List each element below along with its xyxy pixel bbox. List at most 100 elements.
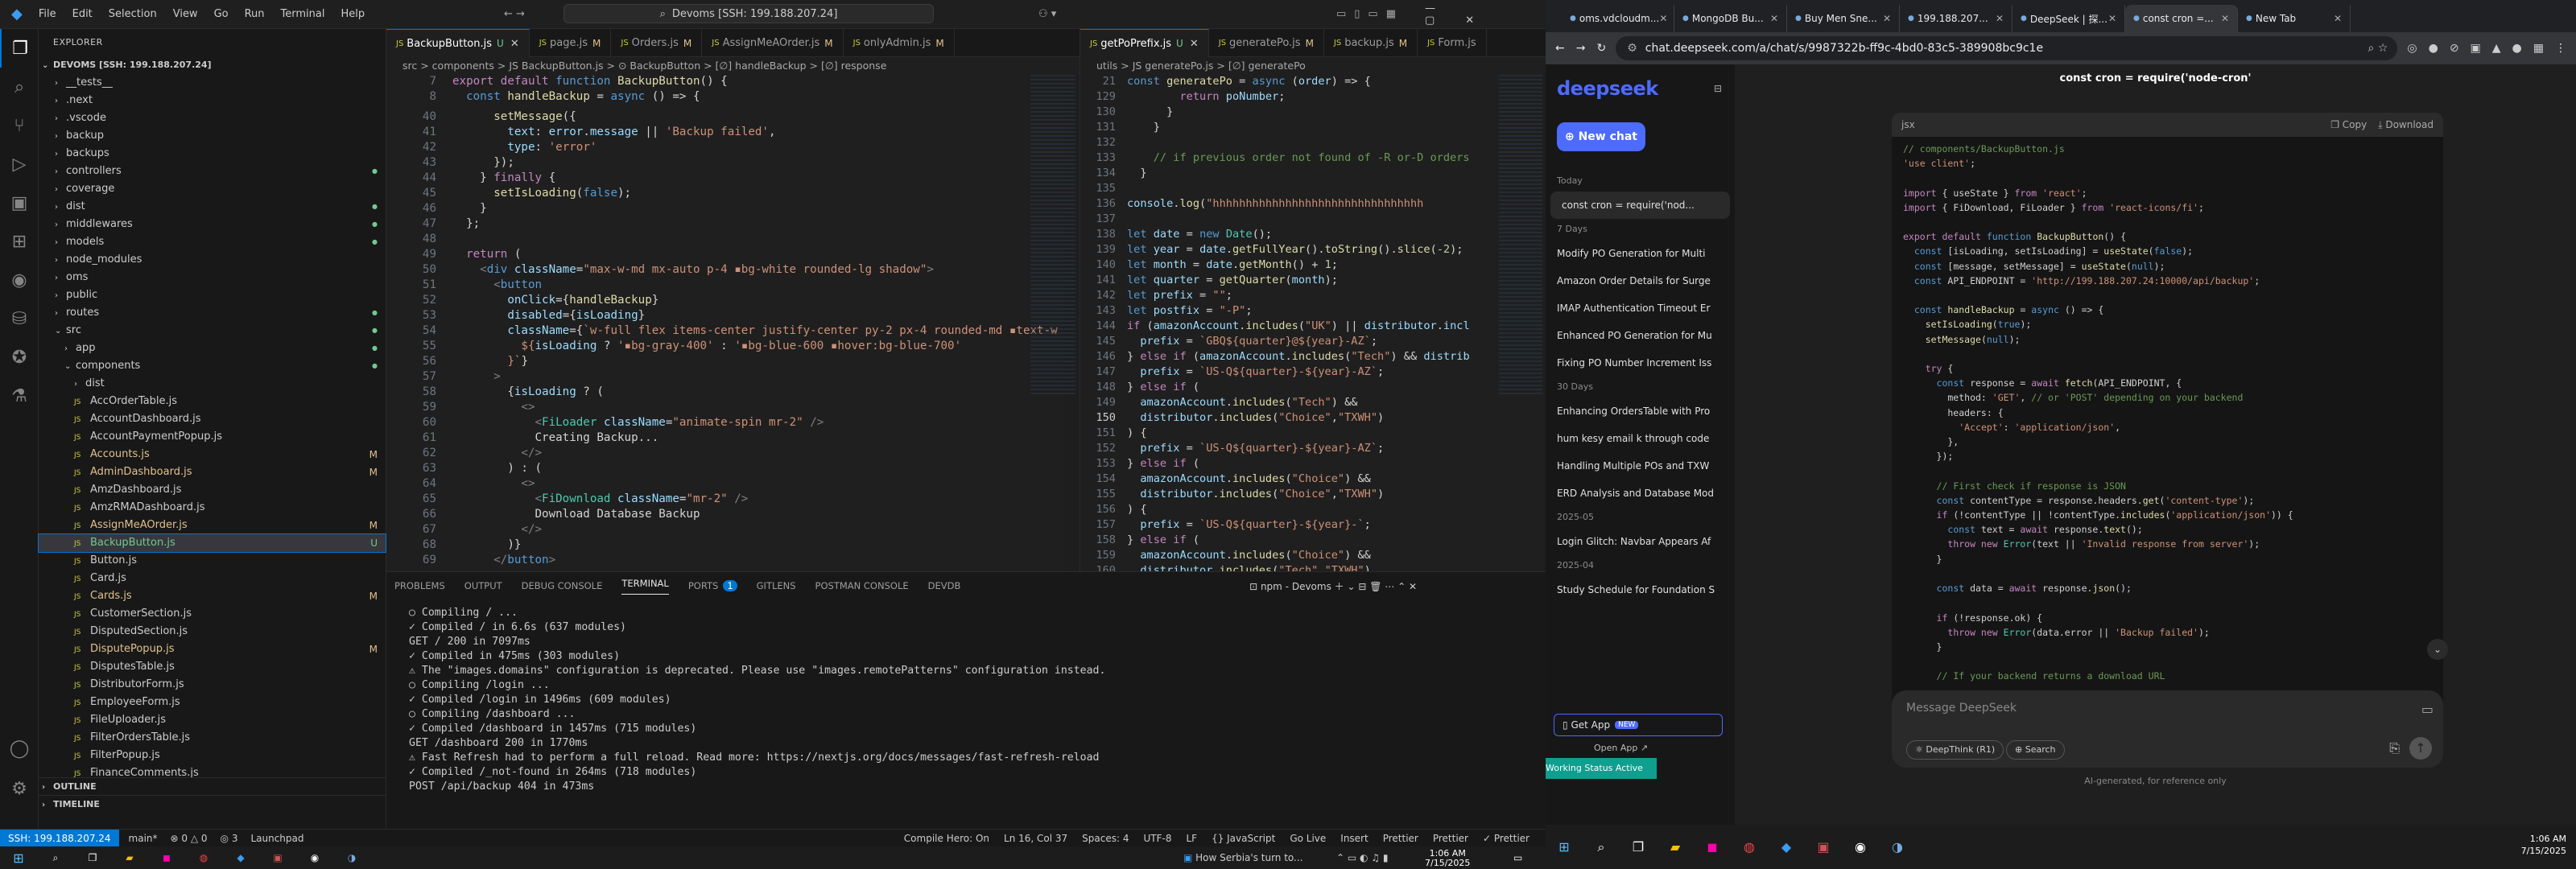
tree-item[interactable]: JS AccountPaymentPopup.js — [39, 428, 386, 446]
task-view-icon[interactable]: ❐ — [1620, 839, 1657, 855]
minimap-2[interactable] — [1499, 75, 1542, 397]
editor-tab[interactable]: JS getPoPrefix.js U ✕ — [1080, 29, 1209, 57]
account-icon[interactable]: ◯ — [0, 729, 39, 768]
task-view-icon[interactable]: ❐ — [74, 852, 111, 863]
menu-item-file[interactable]: File — [31, 8, 64, 20]
terminal-selector[interactable]: ⊡ npm - Devoms ＋ ⌄ ⊟ 🗑 ⋯ ⌃ ✕ — [1249, 579, 1417, 593]
store-icon[interactable]: ◼ — [1694, 839, 1731, 855]
outline-section[interactable]: › OUTLINE — [39, 777, 386, 795]
keyboard-icon[interactable]: ▭ — [2421, 702, 2434, 717]
browser-tab[interactable]: ● MongoDB Bu... ✕ — [1674, 5, 1787, 32]
browser-tab[interactable]: ● const cron =... ✕ — [2125, 5, 2238, 32]
tree-item[interactable]: › .vscode — [39, 109, 386, 127]
status-item[interactable]: ✓ Prettier — [1483, 833, 1530, 844]
message-input[interactable]: Message DeepSeek — [1906, 702, 2017, 715]
tree-item[interactable]: JS DisputedSection.js — [39, 623, 386, 640]
search-icon[interactable]: ⌕ — [0, 68, 39, 106]
tree-item[interactable]: JS Card.js — [39, 570, 386, 587]
window-controls[interactable]: —▢✕ — [1425, 2, 1546, 27]
breadcrumb-1[interactable]: src > components > JS BackupButton.js > … — [386, 57, 1080, 75]
chrome-icon[interactable]: ◍ — [1731, 839, 1768, 855]
tab-close-icon[interactable]: ✕ — [2108, 13, 2116, 24]
tree-item[interactable]: JS FilterOrdersTable.js — [39, 729, 386, 747]
source-control-icon[interactable]: ⑂ — [0, 106, 39, 145]
editor-tab[interactable]: JS onlyAdmin.js M — [844, 29, 955, 57]
file-explorer-icon[interactable]: ▰ — [111, 852, 148, 863]
code-block-body[interactable]: // components/BackupButton.js 'use clien… — [1892, 137, 2443, 689]
history-item[interactable]: IMAP Authentication Timeout Er — [1546, 294, 1735, 322]
browser-tab[interactable]: ● 199.188.207... ✕ — [1900, 5, 2013, 32]
collapse-sidebar-icon[interactable]: ⊟ — [1714, 83, 1722, 94]
postman-icon[interactable]: ✪ — [0, 338, 39, 377]
back-icon[interactable]: ← — [1555, 42, 1565, 55]
tree-item[interactable]: › backups — [39, 145, 386, 163]
testing-icon[interactable]: ⚗ — [0, 377, 39, 415]
tree-item[interactable]: JS Button.js — [39, 552, 386, 570]
menu-item-run[interactable]: Run — [237, 8, 273, 20]
workspace-root[interactable]: ⌄ DEVOMS [SSH: 199.188.207.24] — [39, 56, 386, 74]
command-center[interactable]: ⌕ Devoms [SSH: 199.188.207.24] — [564, 4, 934, 23]
tab-close-icon[interactable]: ✕ — [1883, 13, 1891, 24]
tree-item[interactable]: › __tests__ — [39, 74, 386, 92]
status-item[interactable]: UTF-8 — [1143, 833, 1171, 844]
panel-tab-debug-console[interactable]: DEBUG CONSOLE — [522, 580, 603, 591]
status-item[interactable]: Ln 16, Col 37 — [1004, 833, 1067, 844]
problems-count[interactable]: ⊗ 0 △ 0 — [171, 833, 208, 844]
menu-item-terminal[interactable]: Terminal — [273, 8, 333, 20]
tab-close-icon[interactable]: ✕ — [1996, 13, 2004, 24]
ports-count[interactable]: ◎ 3 — [221, 833, 238, 844]
panel-tab-devdb[interactable]: DEVDB — [928, 580, 961, 591]
vscode-taskbar-icon[interactable]: ◆ — [1768, 839, 1805, 855]
database-icon[interactable]: ⛁ — [0, 299, 39, 338]
code-editor-backupbutton[interactable]: 7 export default function BackupButton() … — [386, 75, 1063, 571]
browser-tab[interactable]: ● DeepSeek | 探... ✕ — [2013, 5, 2125, 32]
tree-item[interactable]: JS EmployeeForm.js — [39, 694, 386, 711]
tree-item[interactable]: › backup — [39, 127, 386, 145]
tree-item[interactable]: › coverage — [39, 180, 386, 198]
tree-item[interactable]: JS DisputesTable.js — [39, 658, 386, 676]
attach-icon[interactable]: ⎘ — [2389, 740, 2400, 756]
reload-icon[interactable]: ↻ — [1596, 42, 1606, 55]
site-info-icon[interactable]: ⚙ — [1627, 42, 1637, 55]
menu-icon[interactable]: ⋮ — [2555, 42, 2566, 55]
history-item[interactable]: Login Glitch: Navbar Appears Af — [1546, 528, 1735, 555]
panel-tab-terminal[interactable]: TERMINAL — [621, 578, 669, 595]
address-bar[interactable]: ⚙ chat.deepseek.com/a/chat/s/9987322b-ff9… — [1616, 36, 2398, 60]
app-icon[interactable]: ▣ — [259, 852, 296, 863]
status-item[interactable]: {} JavaScript — [1212, 833, 1275, 844]
extensions-icon[interactable]: ⊞ — [0, 222, 39, 261]
notification-icon[interactable]: ▭ — [1513, 852, 1522, 863]
menu-item-view[interactable]: View — [165, 8, 206, 20]
tree-item[interactable]: › app ● — [39, 340, 386, 357]
history-item[interactable]: Handling Multiple POs and TXW — [1546, 452, 1735, 480]
file-explorer-icon[interactable]: ▰ — [1657, 839, 1694, 855]
terminal-output[interactable]: ○ Compiling / ... ✓ Compiled / in 6.6s (6… — [386, 599, 1546, 801]
tree-item[interactable]: › middlewares ● — [39, 216, 386, 233]
menu-item-go[interactable]: Go — [206, 8, 237, 20]
editor-tab[interactable]: JS AssignMeAOrder.js M — [702, 29, 844, 57]
search-icon[interactable]: ⌕ — [37, 852, 74, 864]
clock[interactable]: 1:06 AM 7/15/2025 — [1425, 849, 1470, 868]
editor-tab[interactable]: JS Form.js — [1418, 29, 1487, 57]
minimap-1[interactable] — [1030, 75, 1075, 397]
panel-tab-problems[interactable]: PROBLEMS — [394, 580, 445, 591]
search-toggle[interactable]: ⊕ Search — [2006, 740, 2065, 760]
editor-tab[interactable]: JS BackupButton.js U ✕ — [386, 29, 530, 57]
tree-item[interactable]: › node_modules — [39, 251, 386, 269]
panel-tab-ports[interactable]: PORTS — [688, 580, 718, 591]
scroll-down-icon[interactable]: ⌄ — [2427, 639, 2448, 660]
menu-item-selection[interactable]: Selection — [101, 8, 165, 20]
vscode-taskbar-icon[interactable]: ◆ — [222, 852, 259, 863]
timeline-section[interactable]: › TIMELINE — [39, 795, 386, 813]
browser-tab[interactable]: ● New Tab ✕ — [2238, 5, 2351, 32]
obs-icon[interactable]: ◉ — [1842, 839, 1879, 855]
history-item[interactable]: Study Schedule for Foundation S — [1546, 576, 1735, 603]
start-icon[interactable]: ⊞ — [0, 850, 37, 866]
news-widget[interactable]: ▣ How Serbia's turn to... — [1183, 852, 1303, 863]
tree-item[interactable]: › dist — [39, 375, 386, 393]
close-icon[interactable]: ✕ — [510, 38, 519, 50]
remote-indicator[interactable]: SSH: 199.188.207.24 — [0, 829, 119, 847]
deepseek-taskbar-icon[interactable]: ◑ — [1879, 839, 1916, 855]
obs-icon[interactable]: ◉ — [296, 852, 333, 863]
gitlens-icon[interactable]: ◉ — [0, 261, 39, 299]
